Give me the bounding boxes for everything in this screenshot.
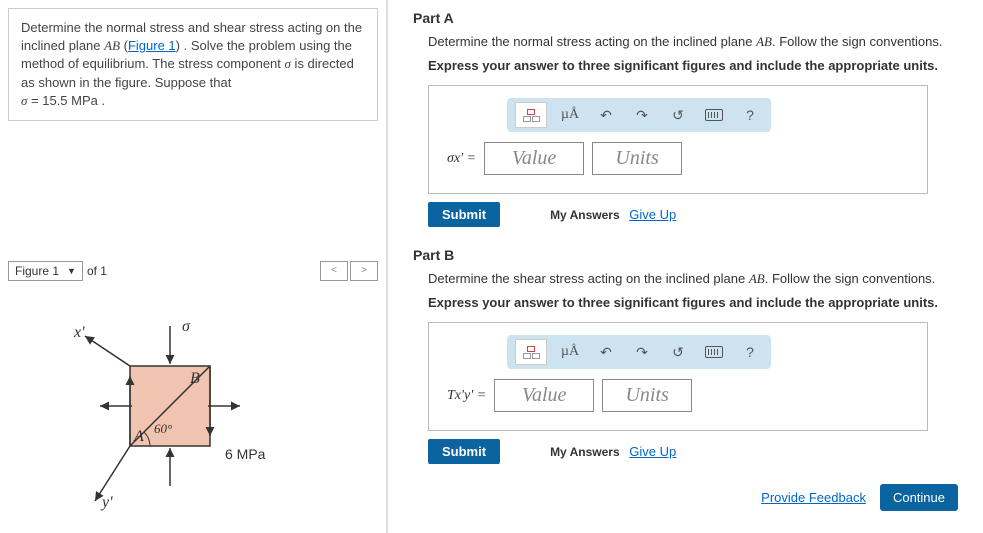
special-char-button[interactable]: µÅ — [557, 339, 583, 365]
figure-nav-bar: Figure 1 of 1 < > — [8, 261, 378, 281]
part-b-desc-post: . Follow the sign conventions. — [765, 271, 936, 286]
part-b-submit-button[interactable]: Submit — [428, 439, 500, 464]
part-a-desc: Determine the normal stress acting on th… — [428, 34, 963, 50]
part-a-answer-box: µÅ ↶ ↷ ↺ ? σx' = Value Units — [428, 85, 928, 194]
part-a-desc-pre: Determine the normal stress acting on th… — [428, 34, 756, 49]
help-icon[interactable]: ? — [737, 339, 763, 365]
part-a-units-input[interactable]: Units — [592, 142, 682, 175]
part-a-instructions: Express your answer to three significant… — [428, 58, 963, 73]
part-b-toolbar: µÅ ↶ ↷ ↺ ? — [507, 335, 771, 369]
problem-statement: Determine the normal stress and shear st… — [8, 8, 378, 121]
part-b-answer-box: µÅ ↶ ↷ ↺ ? Tx'y' = Value Units — [428, 322, 928, 431]
part-a-toolbar: µÅ ↶ ↷ ↺ ? — [507, 98, 771, 132]
part-a-title: Part A — [413, 10, 963, 26]
part-b-answer-row: Tx'y' = Value Units — [447, 379, 909, 412]
b-label: B — [190, 370, 200, 388]
provide-feedback-link[interactable]: Provide Feedback — [761, 490, 866, 505]
part-a-my-answers: My Answers — [550, 208, 620, 222]
left-panel: Determine the normal stress and shear st… — [0, 0, 388, 533]
reset-icon[interactable]: ↺ — [665, 102, 691, 128]
part-a-submit-row: Submit My Answers Give Up — [428, 202, 963, 227]
redo-icon[interactable]: ↷ — [629, 339, 655, 365]
part-a-ab: AB — [756, 34, 772, 49]
redo-icon[interactable]: ↷ — [629, 102, 655, 128]
part-a-answer-row: σx' = Value Units — [447, 142, 909, 175]
bottom-stress-label: 6 MPa — [225, 446, 265, 462]
part-b-variable: Tx'y' = — [447, 388, 486, 404]
reset-icon[interactable]: ↺ — [665, 339, 691, 365]
keyboard-icon[interactable] — [701, 339, 727, 365]
part-b-my-answers: My Answers — [550, 445, 620, 459]
part-b-instructions: Express your answer to three significant… — [428, 295, 963, 310]
part-b-give-up-link[interactable]: Give Up — [629, 444, 676, 459]
right-panel: Part A Determine the normal stress actin… — [388, 0, 983, 533]
dot: . — [98, 93, 105, 108]
part-b-title: Part B — [413, 247, 963, 263]
yprime-label: y' — [102, 494, 113, 512]
paren-open: ( — [120, 38, 128, 53]
figure-canvas: x' σ B A 60° 6 MPa y' — [30, 296, 356, 516]
part-a-variable: σx' = — [447, 151, 476, 167]
figure-next-button[interactable]: > — [350, 261, 378, 281]
part-b-units-input[interactable]: Units — [602, 379, 692, 412]
part-b-value-input[interactable]: Value — [494, 379, 594, 412]
xprime-label: x' — [74, 324, 85, 342]
figure-select[interactable]: Figure 1 — [8, 261, 83, 281]
figure-of: of 1 — [87, 264, 107, 278]
part-a-value-input[interactable]: Value — [484, 142, 584, 175]
ab-label: AB — [104, 38, 120, 53]
figure-prev-button[interactable]: < — [320, 261, 348, 281]
help-icon[interactable]: ? — [737, 102, 763, 128]
part-b-ab: AB — [749, 271, 765, 286]
keyboard-icon[interactable] — [701, 102, 727, 128]
undo-icon[interactable]: ↶ — [593, 339, 619, 365]
part-a-submit-button[interactable]: Submit — [428, 202, 500, 227]
part-a-desc-post: . Follow the sign conventions. — [772, 34, 943, 49]
mpa-unit: MPa — [71, 93, 98, 108]
undo-icon[interactable]: ↶ — [593, 102, 619, 128]
sigma-label: σ — [182, 318, 190, 336]
continue-button[interactable]: Continue — [880, 484, 958, 511]
figure-link[interactable]: Figure 1 — [128, 38, 176, 53]
angle-label: 60° — [154, 421, 172, 437]
special-char-button[interactable]: µÅ — [557, 102, 583, 128]
part-b-desc-pre: Determine the shear stress acting on the… — [428, 271, 749, 286]
footer: Provide Feedback Continue — [413, 484, 958, 511]
a-label: A — [134, 428, 144, 446]
template-icon[interactable] — [515, 339, 547, 365]
part-b-submit-row: Submit My Answers Give Up — [428, 439, 963, 464]
part-b-desc: Determine the shear stress acting on the… — [428, 271, 963, 287]
part-a-give-up-link[interactable]: Give Up — [629, 207, 676, 222]
sigma-val: = 15.5 — [27, 93, 71, 108]
template-icon[interactable] — [515, 102, 547, 128]
